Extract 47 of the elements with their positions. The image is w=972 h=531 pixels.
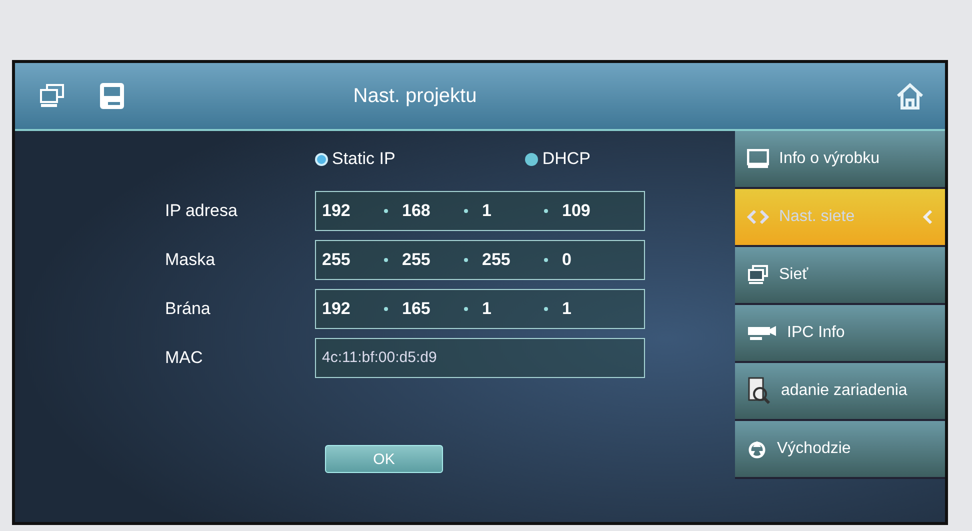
dot-separator-icon	[384, 306, 388, 310]
computers-icon	[747, 265, 769, 285]
octet-value: 1	[562, 298, 572, 318]
octet-value: 1	[482, 200, 492, 220]
menu-item[interactable]: adanie zariadenia	[735, 363, 945, 421]
octet-value: 255	[322, 250, 352, 270]
radio-option[interactable]: Static IP	[315, 149, 396, 169]
octet-value: 168	[402, 200, 432, 220]
dot-separator-icon	[544, 258, 548, 262]
dot-separator-icon	[464, 208, 468, 212]
octet-value: 109	[562, 200, 592, 220]
octet-value: 192	[322, 200, 352, 220]
field-label: MAC	[164, 348, 204, 368]
menu-item[interactable]: Info o výrobku	[735, 131, 945, 189]
ip-address-field[interactable]: 192 168 1 109	[315, 190, 645, 230]
octet-value: 255	[482, 250, 512, 270]
dot-separator-icon	[384, 208, 388, 212]
menu-item[interactable]: IPC Info	[735, 305, 945, 363]
field-label: Maska	[164, 250, 216, 270]
field-label: Brána	[164, 298, 212, 318]
menu-item[interactable]: Východzie	[735, 421, 945, 479]
monitor-icon	[747, 149, 769, 169]
dot-separator-icon	[464, 258, 468, 262]
dot-separator-icon	[544, 208, 548, 212]
sd-card-icon[interactable]	[99, 82, 125, 110]
search-icon	[747, 377, 771, 405]
chevron-left-icon	[923, 209, 933, 225]
ip-address-field[interactable]: 192 165 1 1	[315, 288, 645, 328]
dot-separator-icon	[544, 306, 548, 310]
menu-item[interactable]: Sieť	[735, 247, 945, 305]
camera-icon	[747, 324, 777, 342]
ip-address-field[interactable]: 255 255 255 0	[315, 240, 645, 280]
octet-value: 1	[482, 298, 492, 318]
octet-value: 255	[402, 250, 432, 270]
octet-value: 165	[402, 298, 432, 318]
radio-option[interactable]: DHCP	[525, 149, 590, 169]
octet-value: 192	[322, 298, 352, 318]
computers-icon[interactable]	[39, 84, 65, 108]
dot-separator-icon	[384, 258, 388, 262]
octet-value: 0	[562, 250, 572, 270]
code-arrows-icon	[747, 209, 769, 225]
dot-separator-icon	[464, 306, 468, 310]
ok-button[interactable]: OK	[325, 445, 443, 473]
screen-title: Nast. projektu	[352, 84, 478, 108]
field-label: IP adresa	[164, 200, 238, 220]
mac-address-field[interactable]: 4c:11:bf:00:d5:d9	[315, 338, 645, 378]
home-icon[interactable]	[895, 82, 925, 110]
